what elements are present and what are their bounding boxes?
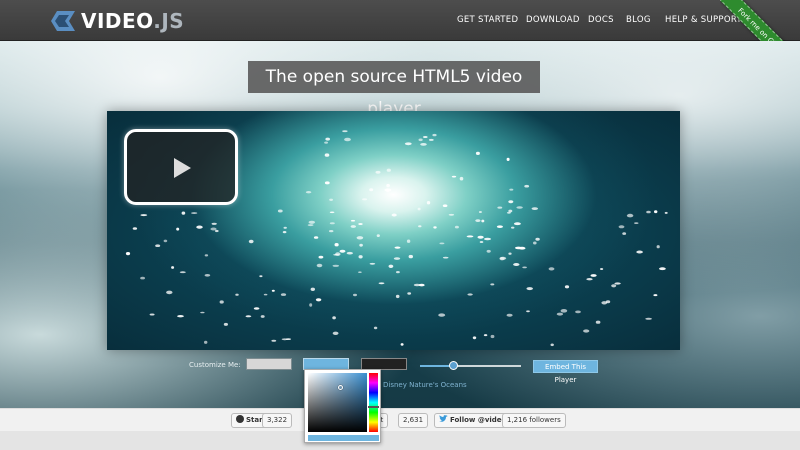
hue-slider[interactable] bbox=[368, 373, 379, 432]
twitter-bird-icon bbox=[439, 415, 448, 422]
followers-count[interactable]: 1,216 followers bbox=[502, 413, 566, 428]
hue-slider-handle[interactable] bbox=[368, 406, 379, 408]
nav-blog[interactable]: BLOG bbox=[626, 15, 651, 25]
color-picker-popup bbox=[304, 369, 381, 443]
star-label: Star bbox=[246, 416, 263, 424]
tweet-count[interactable]: 2,631 bbox=[398, 413, 429, 428]
site-header: VIDEO.JS GET STARTED DOWNLOAD DOCS BLOG … bbox=[0, 0, 800, 80]
nav-docs[interactable]: DOCS bbox=[588, 15, 614, 25]
nav-get-started[interactable]: GET STARTED bbox=[457, 15, 518, 25]
video-player[interactable] bbox=[107, 111, 680, 350]
saturation-value-field[interactable] bbox=[308, 373, 367, 432]
page-tagline: The open source HTML5 video player bbox=[248, 61, 540, 119]
nav-download[interactable]: DOWNLOAD bbox=[526, 15, 580, 25]
customize-label: Customize Me: bbox=[189, 361, 241, 369]
selected-color-preview bbox=[308, 435, 379, 441]
main-nav: GET STARTED DOWNLOAD DOCS BLOG HELP & SU… bbox=[0, 15, 800, 27]
star-count[interactable]: 3,322 bbox=[262, 413, 293, 428]
big-play-button[interactable] bbox=[124, 129, 238, 205]
slider-fill bbox=[420, 365, 454, 367]
volume-slider[interactable] bbox=[420, 361, 521, 370]
footer-strip bbox=[0, 431, 800, 450]
play-icon bbox=[174, 158, 191, 178]
github-icon bbox=[236, 415, 244, 423]
embed-player-button[interactable]: Embed This Player bbox=[533, 360, 598, 384]
control-color-swatch[interactable] bbox=[246, 358, 292, 370]
hero-background: The open source HTML5 video player bbox=[0, 41, 800, 408]
color-selector-handle[interactable] bbox=[338, 385, 343, 390]
video-credit-link[interactable]: Disney Nature's Oceans bbox=[383, 381, 467, 389]
